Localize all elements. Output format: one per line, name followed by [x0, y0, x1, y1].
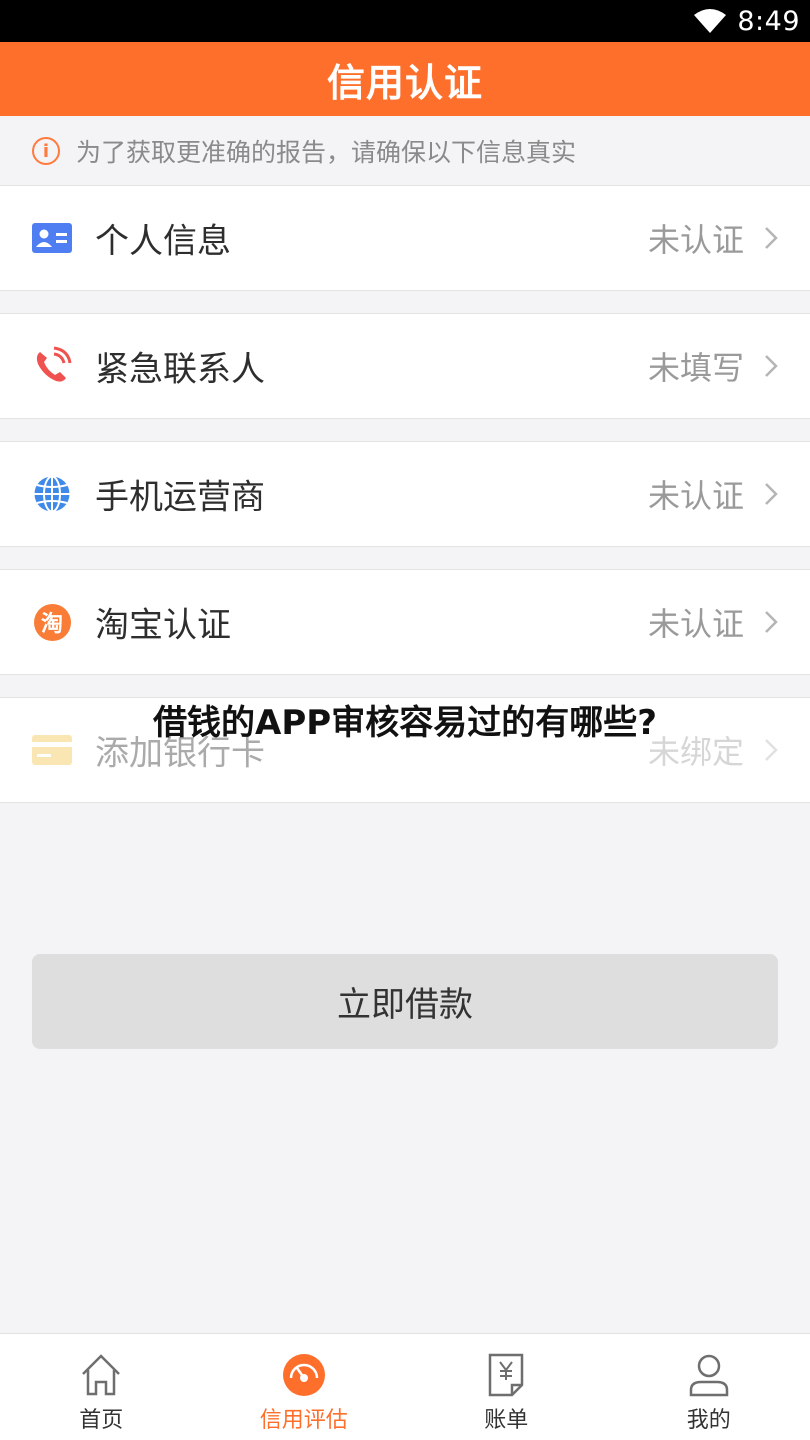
- taobao-icon: 淘: [32, 602, 72, 642]
- item-status: 未认证: [647, 477, 744, 515]
- globe-icon: [32, 474, 72, 514]
- item-label: 手机运营商: [95, 477, 265, 518]
- item-label: 淘宝认证: [95, 605, 231, 646]
- item-label: 紧急联系人: [95, 349, 265, 390]
- list-item-mobile-carrier[interactable]: 手机运营商 未认证: [0, 441, 810, 547]
- chevron-right-icon: [765, 611, 778, 633]
- gauge-icon: [282, 1354, 325, 1396]
- nav-mine[interactable]: 我的: [608, 1334, 810, 1440]
- list-item-taobao[interactable]: 淘 淘宝认证 未认证: [0, 569, 810, 675]
- phone-icon: [32, 346, 72, 386]
- notice-text: 为了获取更准确的报告，请确保以下信息真实: [76, 138, 577, 167]
- list-item-emergency-contact[interactable]: 紧急联系人 未填写: [0, 313, 810, 419]
- overlay-title: 借钱的APP审核容易过的有哪些?: [153, 703, 657, 743]
- item-status: 未认证: [647, 605, 744, 643]
- wifi-icon: [694, 9, 727, 33]
- nav-label: 账单: [484, 1408, 529, 1433]
- home-icon: [82, 1354, 121, 1396]
- item-status: 未填写: [647, 349, 744, 387]
- bottom-nav: 首页 信用评估 账单 我的: [0, 1333, 810, 1440]
- borrow-now-button[interactable]: 立即借款: [32, 954, 778, 1049]
- status-bar: 8:49: [0, 0, 810, 42]
- bill-icon: [489, 1353, 524, 1397]
- item-status: 未认证: [647, 221, 744, 259]
- nav-credit-assessment[interactable]: 信用评估: [203, 1334, 406, 1440]
- nav-label: 首页: [79, 1408, 124, 1433]
- nav-label: 我的: [686, 1408, 731, 1433]
- page-title: 信用认证: [326, 60, 483, 105]
- chevron-right-icon: [765, 355, 778, 377]
- chevron-right-icon: [765, 227, 778, 249]
- chevron-right-icon: [765, 483, 778, 505]
- nav-label: 信用评估: [259, 1408, 348, 1433]
- nav-bills[interactable]: 账单: [405, 1334, 608, 1440]
- item-label: 个人信息: [95, 221, 231, 262]
- status-time: 8:49: [737, 5, 800, 37]
- nav-home[interactable]: 首页: [0, 1334, 203, 1440]
- user-icon: [689, 1354, 728, 1397]
- app-header: 信用认证: [0, 42, 810, 116]
- info-icon: i: [32, 137, 60, 165]
- list-item-personal-info[interactable]: 个人信息 未认证: [0, 185, 810, 291]
- id-card-icon: [32, 218, 72, 258]
- notice-bar: i 为了获取更准确的报告，请确保以下信息真实: [0, 116, 810, 186]
- taobao-icon-glyph: 淘: [33, 603, 71, 641]
